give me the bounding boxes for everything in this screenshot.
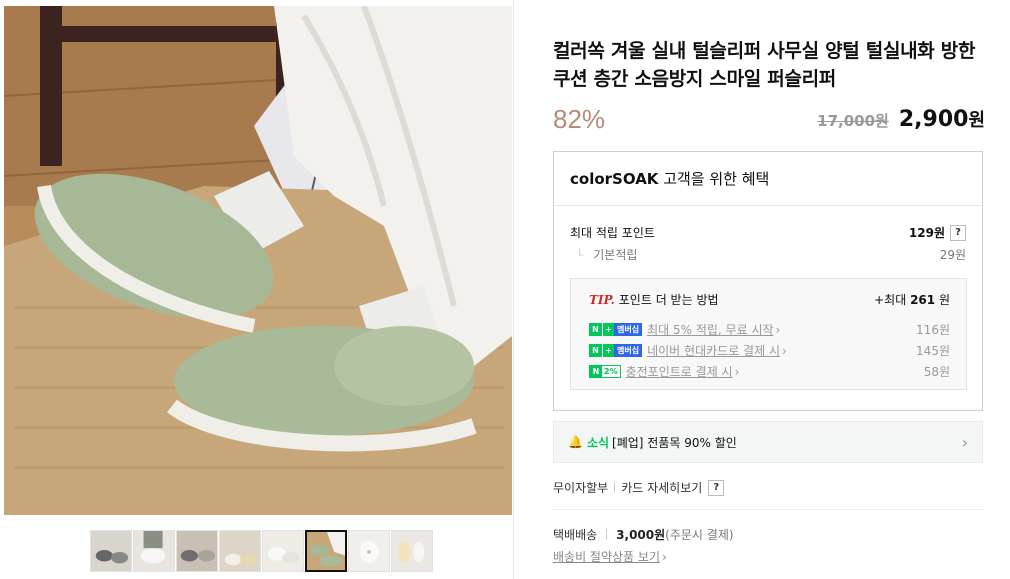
section-divider [553,509,983,510]
shipping-info: 택배배송 3,000원 (주문시 결제) [553,526,734,543]
thumbnail[interactable] [219,530,261,572]
max-points-value: 129원 [908,226,945,240]
tip-link-membership[interactable]: 최대 5% 적립, 무료 시작 [647,321,780,338]
membership-label: 멤버십 [614,344,643,357]
naver-membership-badge: N + 멤버십 [589,323,643,336]
shipping-save-link[interactable]: 배송비 절약상품 보기 [553,548,667,565]
thumbnail[interactable] [90,530,132,572]
membership-label: 멤버십 [614,323,643,336]
product-gallery [0,0,514,579]
benefit-heading: colorSOAK 고객을 위한 혜택 [554,152,982,206]
installment-link[interactable]: 무이자할부 [553,479,608,496]
sale-price: 2,900원 [899,106,985,132]
tip-box: TIP. 포인트 더 받는 방법 +최대 261 원 N + 멤버십 최대 5% 적립… [570,278,967,390]
naver-pay-2pct-badge: N 2% [589,365,621,378]
max-points-row: 최대 적립 포인트 129원 ? [570,224,966,241]
card-detail-link[interactable]: 카드 자세히보기 [621,479,702,496]
thumbnail[interactable] [133,530,175,572]
tip-max-prefix: +최대 [874,293,911,307]
notice-tag: 소식 [586,435,610,450]
tip-amount: 145원 [916,344,950,358]
tip-row-left: N 2% 충전포인트로 결제 시 [589,363,739,380]
thumbnail[interactable] [391,530,433,572]
plus-icon: + [602,323,614,336]
notice-text: [폐업] 전품목 90% 할인 [612,435,737,450]
benefit-box: colorSOAK 고객을 위한 혜택 최대 적립 포인트 129원 ? 기본적… [553,151,983,411]
basic-points-label: 기본적립 [570,246,637,263]
store-notice-bar[interactable]: 🔔 소식 [폐업] 전품목 90% 할인 › [553,421,983,463]
tip-row-left: N + 멤버십 최대 5% 적립, 무료 시작 [589,321,780,338]
bell-icon: 🔔 [568,435,583,449]
divider [606,529,608,540]
naver-n-icon: N [589,344,602,357]
plus-icon: + [602,344,614,357]
tip-link-charge[interactable]: 충전포인트로 결제 시 [626,363,740,380]
badge-percent: 2% [604,367,618,376]
tip-row-membership: N+멤버십 최대 5% 적립, 무료 시작 116원 [589,321,950,338]
tip-row-charge: N2% 충전포인트로 결제 시 58원 [589,363,950,380]
benefit-heading-text: 고객을 위한 혜택 [658,170,770,188]
shipping-fee-note: (주문시 결제) [665,528,734,542]
tip-row-left: N + 멤버십 네이버 현대카드로 결제 시 [589,342,787,359]
max-points-label: 최대 적립 포인트 [570,226,655,240]
tip-max-value: 261 [910,293,936,307]
basic-points-row: 기본적립 29원 [570,246,966,263]
tip-text: 포인트 더 받는 방법 [618,293,719,307]
thumbnail-strip [90,530,433,572]
card-help-button[interactable]: ? [708,479,725,496]
tip-row-card: N+멤버십 네이버 현대카드로 결제 시 145원 [589,342,950,359]
tip-word: TIP. [589,293,615,307]
shipping-fee: 3,000원 [616,528,666,542]
tip-max-unit: 원 [935,293,950,307]
tip-max: +최대 261 원 [874,291,950,308]
tip-amount: 116원 [916,323,950,337]
original-price: 17,000원 [817,112,889,130]
points-help-button[interactable]: ? [950,224,966,241]
sale-price-value: 2,900 [898,107,969,132]
chevron-right-icon: › [961,432,968,452]
thumbnail[interactable] [348,530,390,572]
naver-n-icon: N [590,366,602,377]
max-points-value-wrap: 129원 ? [909,224,966,241]
shipping-method: 택배배송 [553,528,598,542]
tip-link-card[interactable]: 네이버 현대카드로 결제 시 [647,342,787,359]
main-product-image[interactable] [4,6,512,515]
basic-points-value: 29원 [939,248,966,262]
thumbnail-active[interactable] [305,530,347,572]
tip-heading: TIP. 포인트 더 받는 방법 +최대 261 원 [589,291,950,308]
naver-n-icon: N [589,323,602,336]
thumbnail[interactable] [176,530,218,572]
payment-links: 무이자할부 카드 자세히보기 ? [553,479,725,496]
store-name: colorSOAK [570,170,659,188]
price-area: 17,000원 2,900원 [817,106,985,132]
tip-amount: 58원 [923,365,950,379]
naver-membership-badge: N + 멤버십 [589,344,643,357]
thumbnail[interactable] [262,530,304,572]
product-title: 컬러쏙 겨울 실내 털슬리퍼 사무실 양털 털실내화 방한 쿠션 층간 소음방지… [553,40,976,90]
sale-price-unit: 원 [968,110,985,131]
tip-title: TIP. 포인트 더 받는 방법 [589,291,719,308]
slipper-photo [4,6,512,515]
discount-rate: 82% [553,104,606,134]
divider [614,482,616,493]
